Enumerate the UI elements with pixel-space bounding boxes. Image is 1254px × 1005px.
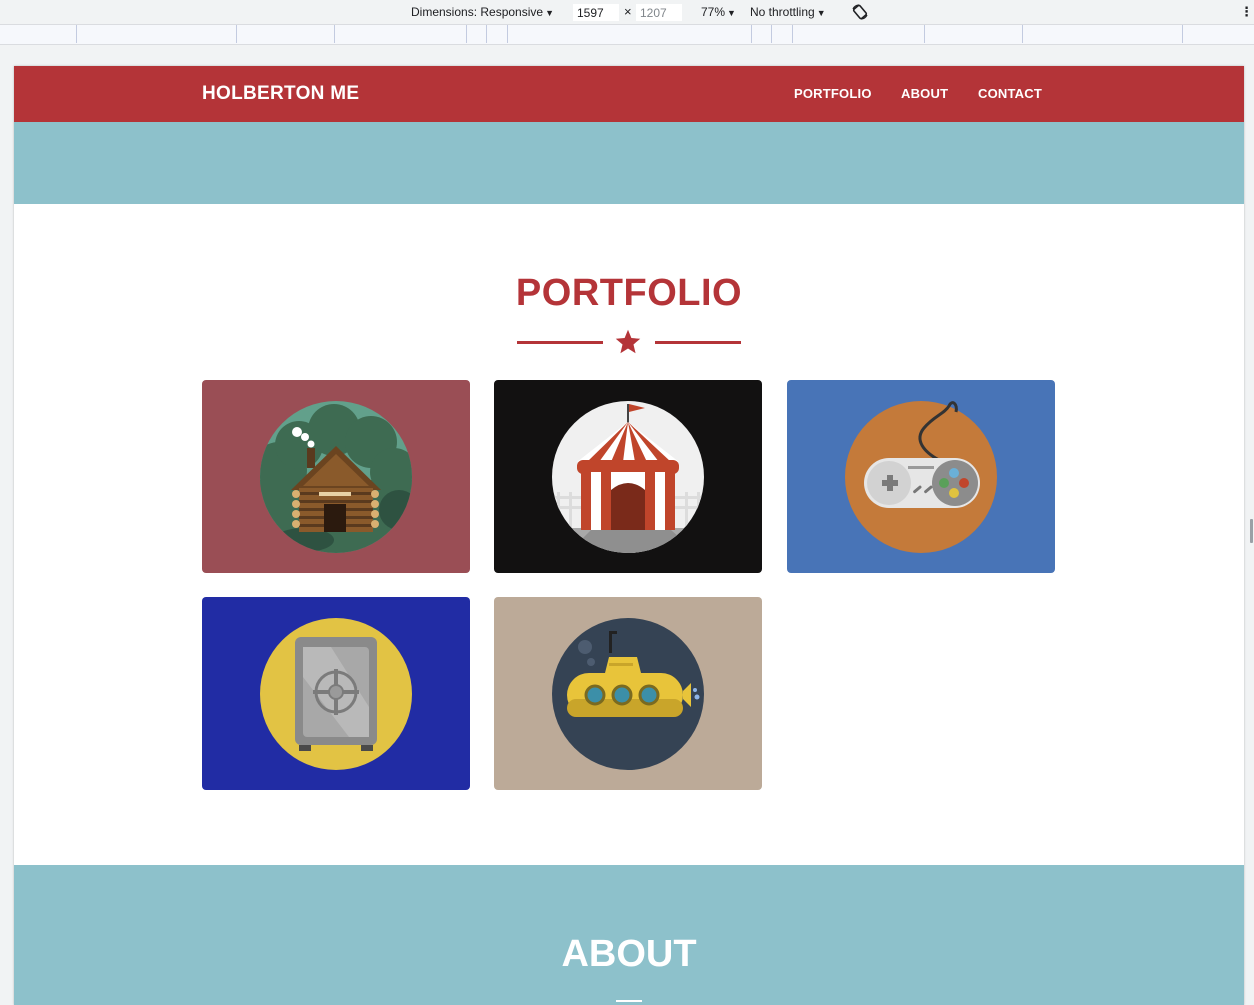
caret-down-icon: ▼: [545, 8, 554, 18]
hero-banner: [14, 122, 1244, 204]
media-query-ruler: [0, 25, 1254, 45]
portfolio-item-controller[interactable]: [787, 380, 1055, 573]
divider-left: [517, 341, 603, 344]
rotate-icon[interactable]: [851, 3, 869, 21]
devtools-toolbar: Dimensions: Responsive ▼ 1597 × 1207 77% ▼…: [0, 0, 1254, 25]
nav-portfolio[interactable]: PORTFOLIO: [794, 86, 872, 101]
height-input[interactable]: 1207: [636, 4, 682, 21]
cabin-icon: [260, 401, 412, 553]
nav-contact[interactable]: CONTACT: [978, 86, 1042, 101]
dimensions-dropdown[interactable]: Dimensions: Responsive ▼: [411, 5, 554, 19]
brand-logo[interactable]: HOLBERTON ME: [202, 83, 359, 105]
game-controller-icon: [845, 401, 997, 553]
about-divider: [616, 1000, 642, 1002]
caret-down-icon: ▼: [727, 8, 736, 18]
zoom-label: 77%: [701, 5, 726, 19]
portfolio-item-cabin[interactable]: [202, 380, 470, 573]
throttling-dropdown[interactable]: No throttling ▼: [750, 5, 826, 19]
portfolio-item-safe[interactable]: [202, 597, 470, 790]
more-options-icon[interactable]: ⋮: [1240, 4, 1253, 20]
circus-tent-icon: [552, 401, 704, 553]
star-icon: [615, 329, 641, 354]
times-separator: ×: [624, 4, 632, 19]
safe-icon: [260, 618, 412, 770]
width-input[interactable]: 1597: [573, 4, 619, 21]
viewport-resize-handle[interactable]: [1250, 519, 1253, 543]
divider-right: [655, 341, 741, 344]
portfolio-item-circus[interactable]: [494, 380, 762, 573]
portfolio-title: PORTFOLIO: [515, 272, 743, 314]
page-viewport: HOLBERTON ME PORTFOLIO ABOUT CONTACT POR…: [14, 66, 1244, 1005]
throttling-label: No throttling: [750, 5, 815, 19]
navbar: HOLBERTON ME PORTFOLIO ABOUT CONTACT: [14, 66, 1244, 122]
nav-about[interactable]: ABOUT: [901, 86, 948, 101]
submarine-icon: [552, 618, 704, 770]
zoom-dropdown[interactable]: 77% ▼: [701, 5, 736, 19]
dimensions-label: Dimensions: Responsive: [411, 5, 544, 19]
about-title: ABOUT: [561, 933, 697, 975]
caret-down-icon: ▼: [816, 8, 826, 18]
portfolio-item-submarine[interactable]: [494, 597, 762, 790]
